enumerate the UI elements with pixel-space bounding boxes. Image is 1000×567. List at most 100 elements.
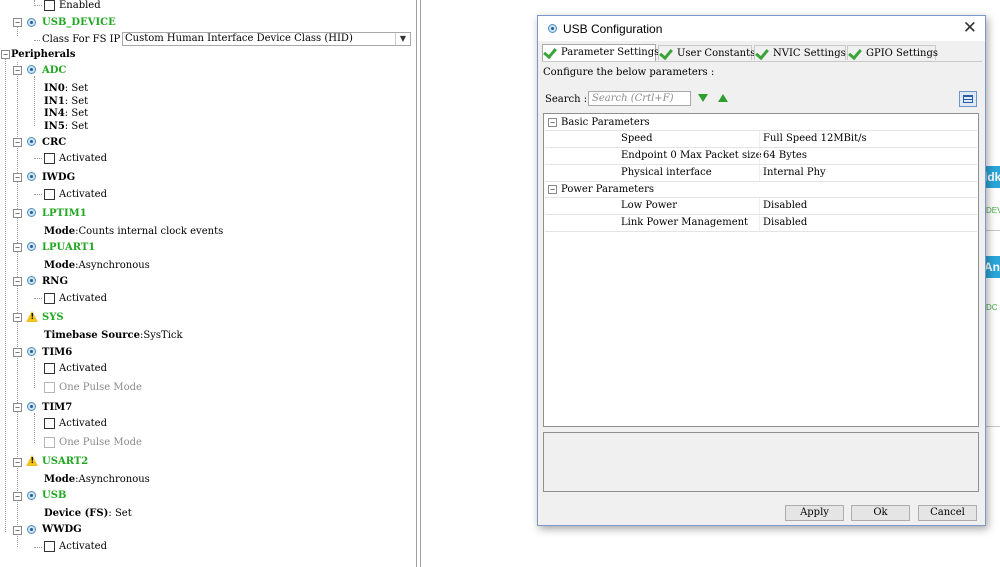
param-name: Low Power [621,200,678,211]
collapse-icon[interactable]: − [548,185,557,194]
collapse-icon[interactable]: − [13,348,22,357]
tree-guide [17,26,18,36]
close-icon[interactable]: ✕ [963,18,977,38]
arrow-down-icon[interactable] [698,94,708,102]
collapse-icon[interactable]: − [13,66,22,75]
tree-item-adc[interactable]: ADC [42,64,66,77]
tree-guide [34,413,35,443]
pane-divider[interactable] [420,0,421,567]
tree-guide [34,298,42,299]
tree-guide [17,62,18,547]
class-for-fs-ip-select[interactable]: Custom Human Interface Device Class (HID… [122,32,411,46]
gear-icon [27,242,36,251]
tree-guide [5,52,6,532]
tim7-activated-checkbox[interactable] [44,418,55,429]
collapse-icon[interactable]: − [13,243,22,252]
check-icon [659,45,673,61]
collapse-icon[interactable]: − [13,458,22,467]
search-input[interactable]: Search (Crtl+F) [588,91,691,106]
collapse-icon[interactable]: − [1,50,10,59]
arrow-up-icon[interactable] [718,94,728,102]
param-value[interactable]: 64 Bytes [763,148,807,164]
collapse-icon[interactable]: − [13,138,22,147]
tim6-activated-checkbox[interactable] [44,363,55,374]
iwdg-activated-label: Activated [59,189,107,200]
lpuart1-mode-row: Mode:Asynchronous [44,260,150,271]
adc-in1-value: Set [71,96,89,107]
dialog-titlebar[interactable]: USB Configuration ✕ [538,16,985,41]
param-value[interactable]: Disabled [763,198,807,214]
column-separator [759,198,760,214]
adc-in0-label: IN0 [44,83,65,94]
param-value[interactable]: Internal Phy [763,165,826,181]
peripheral-tree: Enabled − USB_DEVICE Class For FS IP Cus… [0,0,417,567]
background-text-1: DEV [986,206,1000,215]
collapse-icon[interactable]: − [13,18,22,27]
tree-item-sys[interactable]: SYS [42,311,64,324]
usart2-mode-value: Asynchronous [78,474,150,485]
param-value[interactable]: Full Speed 12MBit/s [763,131,867,147]
tree-item-lptim1[interactable]: LPTIM1 [42,207,87,220]
description-panel [543,432,979,492]
param-row[interactable]: Endpoint 0 Max Packet size 64 Bytes [545,148,977,165]
tree-item-peripherals[interactable]: Peripherals [11,48,75,61]
column-separator [759,148,760,164]
column-separator [759,165,760,181]
group-label: Basic Parameters [561,117,650,128]
background-button-1[interactable]: ldk [984,166,1000,188]
tree-item-iwdg[interactable]: IWDG [42,171,75,184]
param-name: Link Power Management [621,217,749,228]
usart2-mode-row: Mode:Asynchronous [44,474,150,485]
tree-item-tim6[interactable]: TIM6 [42,346,72,359]
group-basic-parameters[interactable]: − Basic Parameters [545,115,977,131]
param-value[interactable]: Disabled [763,215,807,231]
cancel-button[interactable]: Cancel [918,505,977,521]
crc-activated-checkbox[interactable] [44,153,55,164]
usb-device-fs-value: Set [114,508,132,519]
param-row[interactable]: Low Power Disabled [545,198,977,215]
sys-timebase-value: SysTick [143,330,183,341]
tree-item-tim7[interactable]: TIM7 [42,401,72,414]
tree-item-lpuart1[interactable]: LPUART1 [42,241,95,254]
chevron-down-icon[interactable]: ▼ [395,33,410,45]
wwdg-activated-checkbox[interactable] [44,541,55,552]
tree-item-usb-device[interactable]: USB_DEVICE [42,16,116,29]
tab-user-constants[interactable]: User Constants [658,45,755,61]
background-button-2[interactable]: Ana [984,256,1000,278]
tim7-one-pulse-checkbox[interactable] [44,437,55,448]
usb-device-enabled-checkbox[interactable] [44,0,55,11]
iwdg-activated-checkbox[interactable] [44,189,55,200]
tab-gpio-settings[interactable]: GPIO Settings [847,45,938,61]
collapse-icon[interactable]: − [548,118,557,127]
adc-in0-row: IN0: Set [44,83,89,94]
param-row[interactable]: Speed Full Speed 12MBit/s [545,131,977,148]
param-row[interactable]: Link Power Management Disabled [545,215,977,232]
collapse-icon[interactable]: − [13,209,22,218]
tree-guide [34,547,42,548]
adc-in1-label: IN1 [44,96,65,107]
tab-nvic-settings[interactable]: NVIC Settings [754,45,846,61]
tree-item-wwdg[interactable]: WWDG [42,523,82,536]
collapse-icon[interactable]: − [13,403,22,412]
gear-icon [27,347,36,356]
collapse-icon[interactable]: − [13,313,22,322]
rng-activated-checkbox[interactable] [44,293,55,304]
group-power-parameters[interactable]: − Power Parameters [545,182,977,198]
tree-item-usb[interactable]: USB [42,489,66,502]
tim7-activated-label: Activated [59,418,107,429]
apply-button[interactable]: Apply [785,505,844,521]
tim7-one-pulse-label: One Pulse Mode [59,437,142,448]
tim6-one-pulse-checkbox[interactable] [44,382,55,393]
tree-item-rng[interactable]: RNG [42,275,68,288]
tree-item-usart2[interactable]: USART2 [42,455,88,468]
tab-parameter-settings[interactable]: Parameter Settings [542,44,659,61]
param-row[interactable]: Physical interface Internal Phy [545,165,977,182]
ok-button[interactable]: Ok [851,505,910,521]
collapse-icon[interactable]: − [13,492,22,501]
tree-item-crc[interactable]: CRC [42,136,66,149]
collapse-icon[interactable]: − [13,526,22,535]
adc-in4-label: IN4 [44,108,65,119]
collapse-icon[interactable]: − [13,277,22,286]
table-view-icon[interactable] [959,91,977,107]
collapse-icon[interactable]: − [13,173,22,182]
